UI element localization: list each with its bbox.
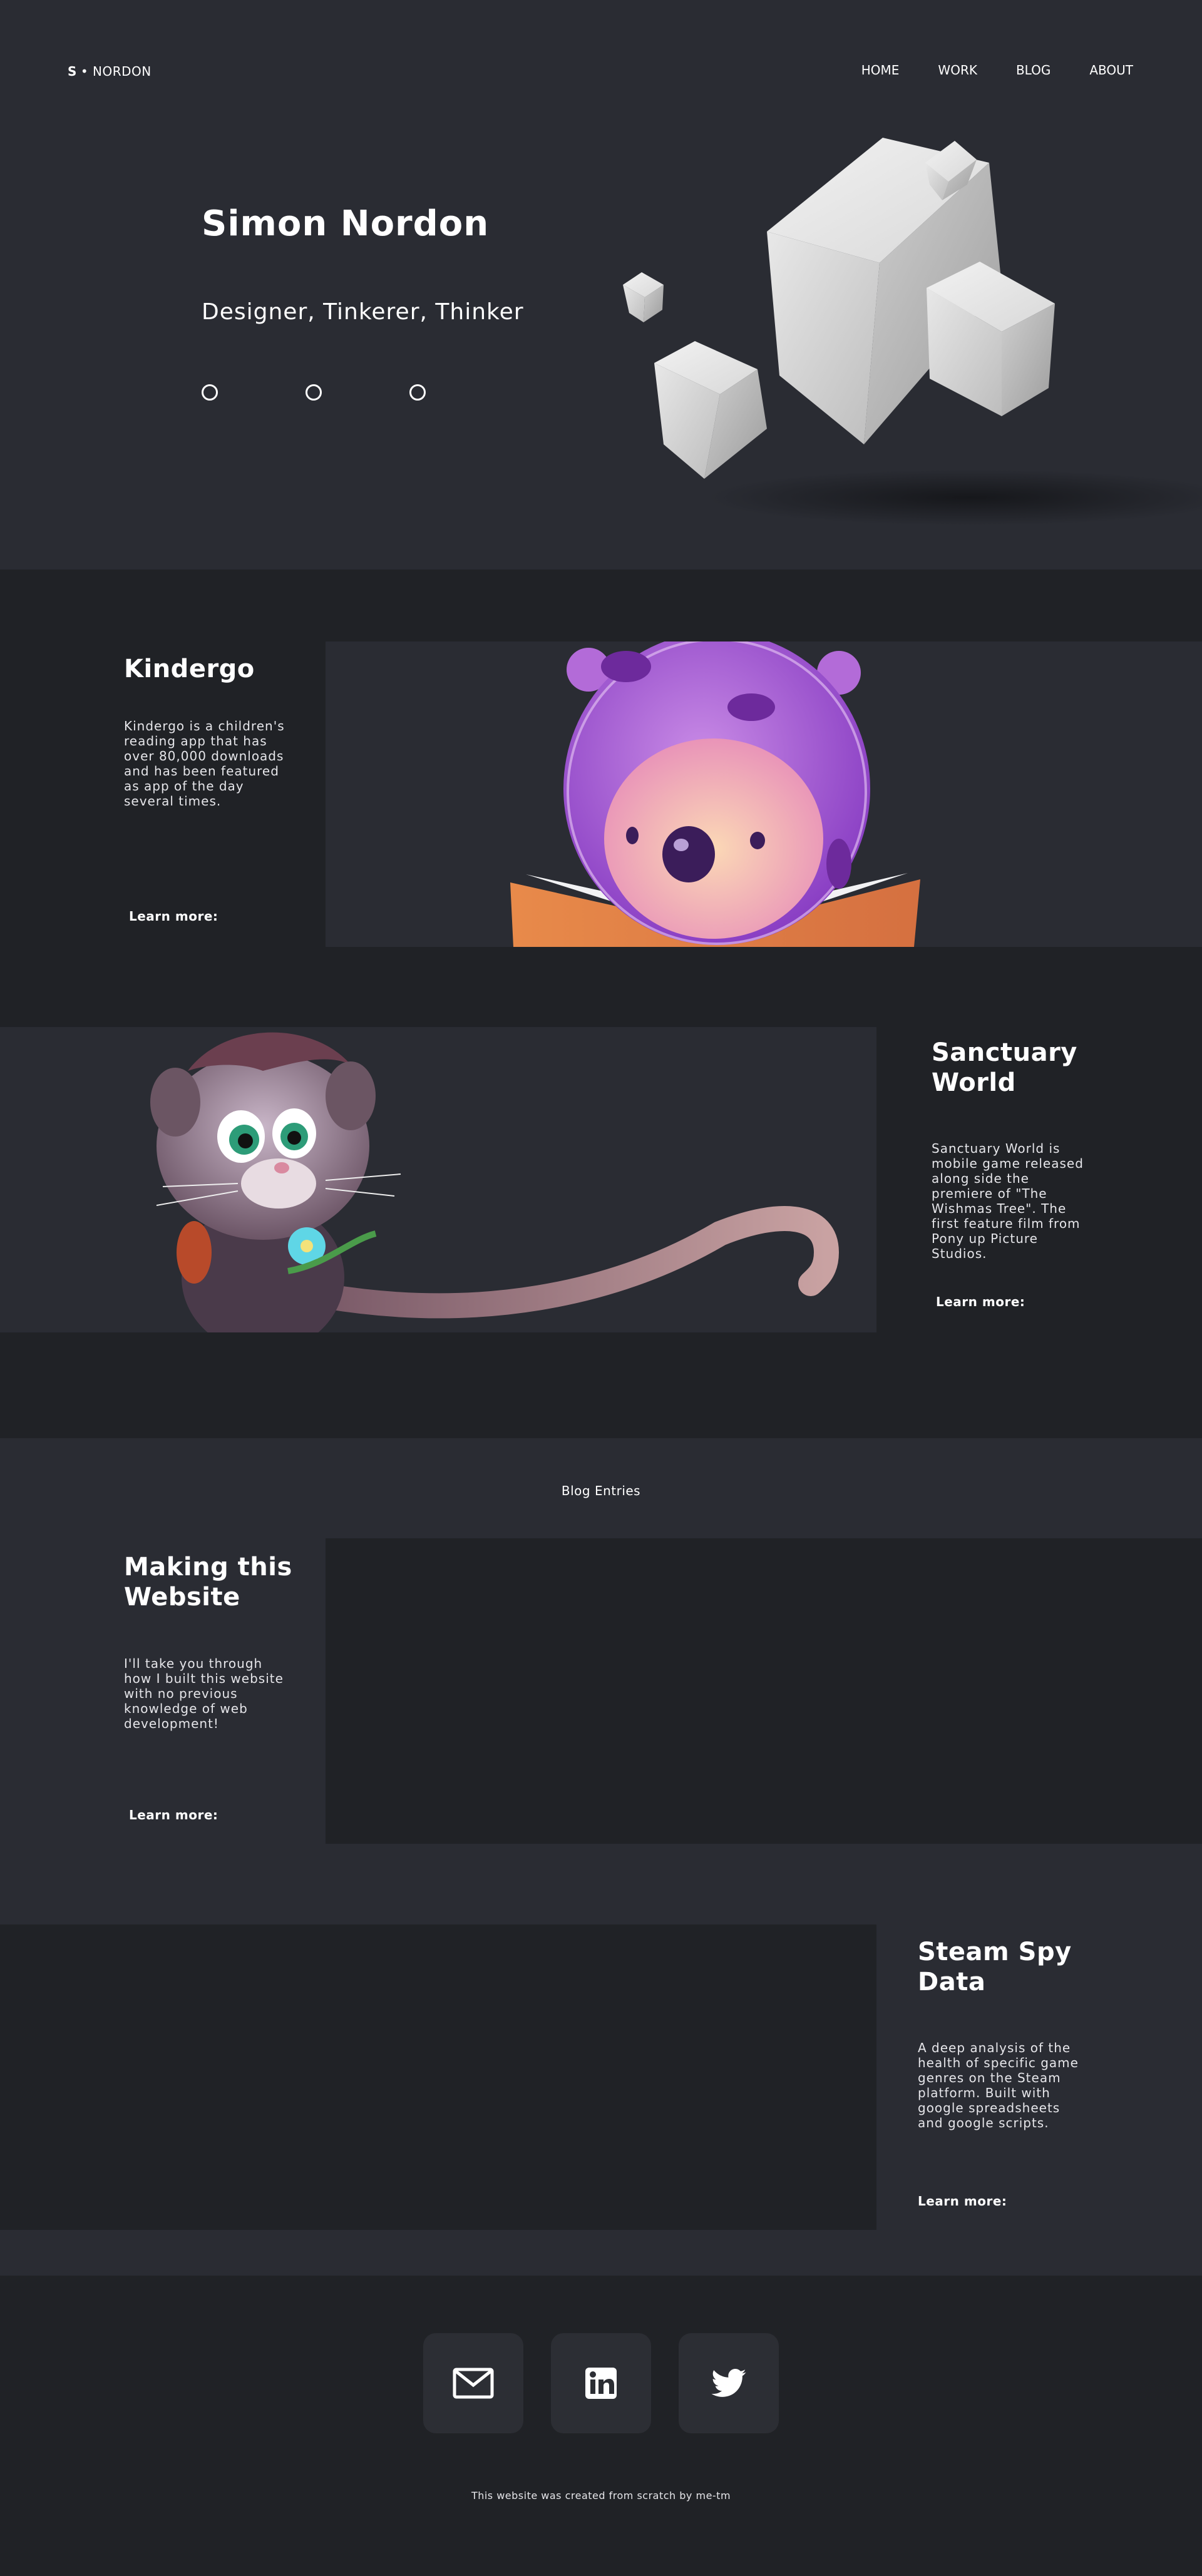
project-title-sanctuary: Sanctuary World bbox=[932, 1038, 1077, 1097]
blog-entry-1-image-panel bbox=[326, 1538, 1202, 1844]
blog-section-label: Blog Entries bbox=[561, 1483, 641, 1498]
site-logo[interactable]: S • NORDON bbox=[68, 64, 152, 79]
blog-entry-2-learn-more-link[interactable]: Learn more: bbox=[918, 2194, 1007, 2209]
mail-button[interactable] bbox=[423, 2333, 523, 2433]
hero-dot-3[interactable] bbox=[409, 384, 426, 401]
blog-entry-1-desc: I'll take you through how I built this w… bbox=[124, 1656, 284, 1731]
hero-dot-1[interactable] bbox=[202, 384, 218, 401]
logo-mark: S bbox=[68, 64, 77, 79]
footer-note: This website was created from scratch by… bbox=[471, 2490, 731, 2502]
nav-home[interactable]: HOME bbox=[861, 63, 900, 78]
blog-entry-1-title: Making this Website bbox=[124, 1553, 292, 1612]
main-nav: HOME WORK BLOG ABOUT bbox=[861, 63, 1133, 78]
sanctuary-learn-more-link[interactable]: Learn more: bbox=[936, 1294, 1025, 1309]
nav-blog[interactable]: BLOG bbox=[1016, 63, 1050, 78]
kindergo-learn-more-link[interactable]: Learn more: bbox=[129, 909, 218, 924]
nav-about[interactable]: ABOUT bbox=[1089, 63, 1133, 78]
cube-bottom-left bbox=[654, 341, 767, 479]
social-links bbox=[423, 2333, 779, 2433]
sanctuary-character-illustration bbox=[150, 1032, 840, 1332]
linkedin-icon bbox=[585, 2368, 617, 2399]
sanctuary-image-panel bbox=[0, 1027, 876, 1332]
cube-small-left bbox=[623, 272, 664, 322]
hero-dots bbox=[202, 384, 426, 401]
nav-work[interactable]: WORK bbox=[938, 63, 977, 78]
hero-dot-2[interactable] bbox=[306, 384, 322, 401]
hero-title: Simon Nordon bbox=[202, 203, 490, 244]
logo-text: • NORDON bbox=[80, 64, 152, 79]
blog-entry-2-image-panel bbox=[0, 1924, 876, 2230]
blog-entry-1-learn-more-link[interactable]: Learn more: bbox=[129, 1807, 218, 1822]
hero-cubes-illustration bbox=[623, 138, 1202, 526]
twitter-icon bbox=[711, 2369, 746, 2397]
kindergo-character-illustration bbox=[510, 641, 920, 947]
linkedin-button[interactable] bbox=[551, 2333, 651, 2433]
kindergo-image-panel bbox=[326, 641, 1202, 947]
cube-right bbox=[927, 262, 1055, 416]
blog-entry-2-desc: A deep analysis of the health of specifi… bbox=[918, 2040, 1079, 2130]
hero-subtitle: Designer, Tinkerer, Thinker bbox=[202, 299, 524, 325]
mail-icon bbox=[453, 2368, 494, 2399]
twitter-button[interactable] bbox=[679, 2333, 779, 2433]
project-desc-sanctuary: Sanctuary World is mobile game released … bbox=[932, 1141, 1084, 1261]
blog-entry-2-title: Steam Spy Data bbox=[918, 1938, 1072, 1996]
project-title-kindergo: Kindergo bbox=[124, 655, 255, 683]
project-desc-kindergo: Kindergo is a children's reading app tha… bbox=[124, 718, 285, 809]
